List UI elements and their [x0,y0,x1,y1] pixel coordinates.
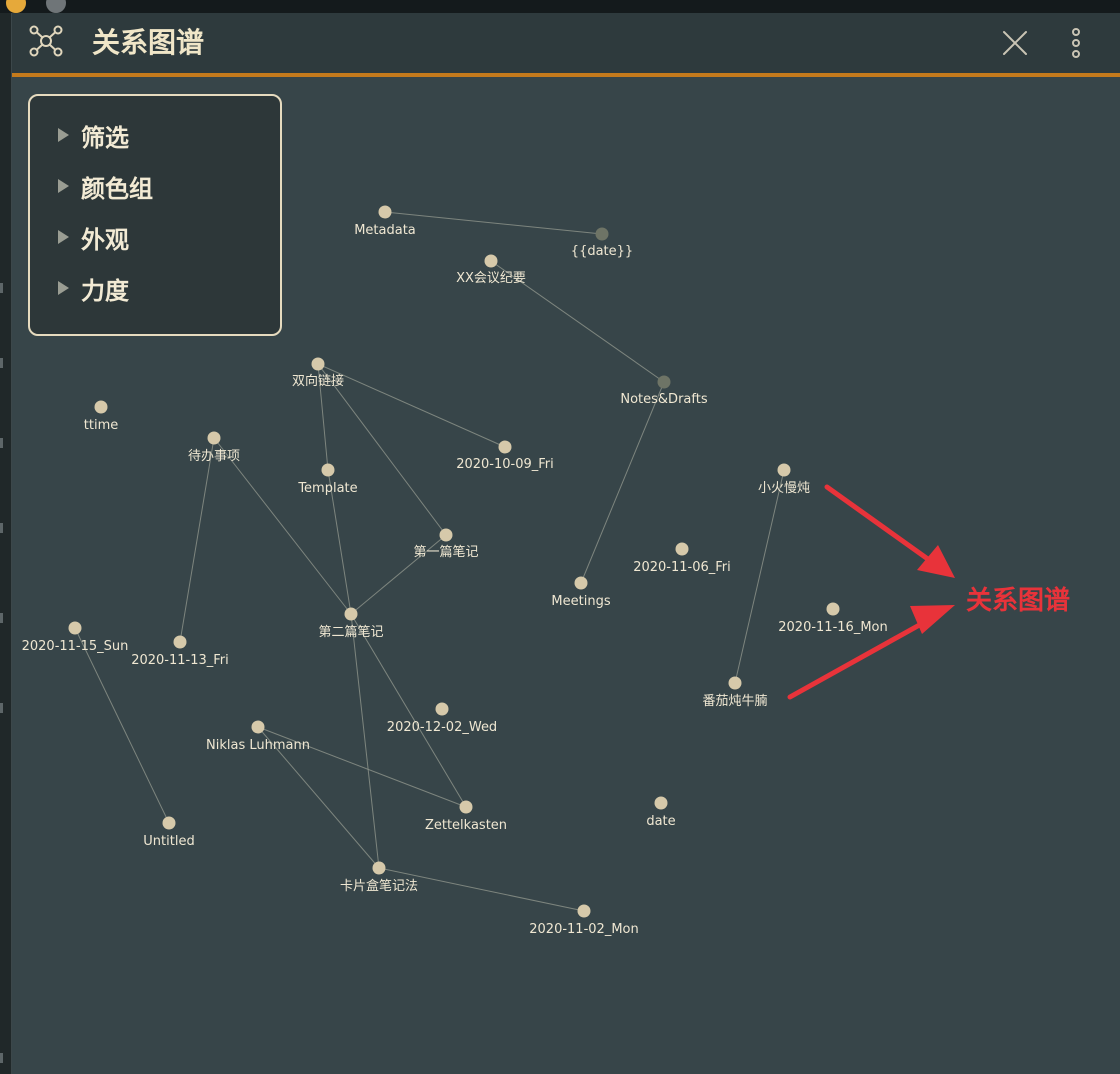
graph-node-label: 卡片盒笔记法 [340,878,418,894]
graph-node-label: Untitled [143,834,194,849]
expand-triangle-icon [58,230,69,244]
graph-node-dot[interactable] [657,375,671,389]
graph-node-dot[interactable] [207,431,221,445]
graph-node-dot[interactable] [372,861,386,875]
graph-node-label: 双向链接 [292,373,344,389]
graph-node-label: 2020-11-02_Mon [529,922,638,937]
graph-node-label: date [646,814,675,829]
graph-node-label: 2020-12-02_Wed [387,720,497,735]
graph-edge [734,469,785,684]
graph-node-dot[interactable] [574,576,588,590]
graph-edge [317,363,506,448]
graph-node-dot[interactable] [311,357,325,371]
graph-node-label: 2020-11-16_Mon [778,620,887,635]
graph-node-label: ttime [84,418,118,433]
annotation-label: 关系图谱 [966,586,1071,616]
color-groups-section-label: 颜色组 [81,174,153,203]
graph-node-label: 2020-11-06_Fri [633,560,731,575]
expand-triangle-icon [58,281,69,295]
graph-node-label: 2020-11-13_Fri [131,653,229,668]
graph-node-dot[interactable] [68,621,82,635]
graph-node-dot[interactable] [728,676,742,690]
graph-node[interactable]: 2020-11-16_Mon [778,602,888,636]
graph-node[interactable]: 2020-11-13_Fri [131,635,229,669]
graph-edge [384,211,603,235]
graph-controls-panel: 筛选 颜色组 外观 力度 [28,94,282,336]
graph-node-label: 第一篇笔记 [413,544,478,560]
graph-node[interactable]: XX会议纪要 [456,254,526,287]
graph-node[interactable]: 2020-11-02_Mon [529,904,639,938]
graph-node-dot[interactable] [498,440,512,454]
graph-node-dot[interactable] [777,463,791,477]
graph-node-dot[interactable] [439,528,453,542]
graph-node-dot[interactable] [251,720,265,734]
graph-node[interactable]: 2020-11-06_Fri [633,542,731,576]
graph-node-dot[interactable] [162,816,176,830]
graph-node[interactable]: 第一篇笔记 [413,528,479,561]
graph-node[interactable]: 第二篇笔记 [318,607,384,641]
graph-node-label: {{date}} [571,244,633,259]
filter-section-toggle[interactable]: 筛选 [58,118,129,152]
graph-node-label: Template [297,481,357,496]
graph-node-label: 2020-10-09_Fri [456,457,554,472]
graph-node-label: Notes&Drafts [620,392,707,407]
graph-node[interactable]: 番茄炖牛腩 [702,676,768,710]
graph-node-label: 待办事项 [188,449,240,464]
graph-node-dot[interactable] [484,254,498,268]
graph-node[interactable]: Zettelkasten [425,800,507,834]
graph-edge [350,613,380,869]
graph-node-dot[interactable] [435,702,449,716]
filter-section-label: 筛选 [81,123,129,152]
graph-node-dot[interactable] [654,796,668,810]
graph-node[interactable]: Notes&Drafts [620,375,708,408]
expand-triangle-icon [58,128,69,142]
graph-node-label: 第二篇笔记 [318,624,383,640]
graph-node[interactable]: 2020-10-09_Fri [456,440,554,473]
color-groups-section-toggle[interactable]: 颜色组 [58,169,153,203]
graph-node[interactable]: 卡片盒笔记法 [340,861,418,895]
graph-node[interactable]: Metadata [354,205,416,239]
graph-node-label: XX会议纪要 [456,271,526,286]
graph-edge [580,381,665,584]
graph-node[interactable]: date [646,796,676,830]
graph-node-dot[interactable] [826,602,840,616]
graph-node[interactable]: 2020-11-15_Sun [22,621,129,655]
graph-node[interactable]: ttime [84,400,118,434]
graph-edge [317,363,447,536]
graph-node-dot[interactable] [577,904,591,918]
graph-edge [179,437,215,643]
graph-node[interactable]: 2020-12-02_Wed [387,702,497,736]
graph-node-dot[interactable] [94,400,108,414]
graph-node-label: Zettelkasten [425,818,507,833]
graph-node-label: Meetings [551,594,610,609]
expand-triangle-icon [58,179,69,193]
graph-node[interactable]: Template [297,463,358,497]
graph-node[interactable]: 待办事项 [188,431,240,465]
graph-node[interactable]: Untitled [143,816,195,850]
graph-node[interactable]: Niklas Luhmann [206,720,310,754]
graph-edge [350,613,467,808]
graph-node-label: 2020-11-15_Sun [22,639,129,654]
graph-node-dot[interactable] [344,607,358,621]
graph-node-label: 番茄炖牛腩 [702,694,767,709]
graph-node-label: 小火慢炖 [758,480,810,496]
graph-node-dot[interactable] [378,205,392,219]
graph-node-label: Niklas Luhmann [206,738,310,753]
forces-section-toggle[interactable]: 力度 [58,271,129,305]
graph-node-dot[interactable] [595,227,609,241]
forces-section-label: 力度 [81,276,129,305]
graph-node-dot[interactable] [459,800,473,814]
graph-node-dot[interactable] [675,542,689,556]
graph-node-dot[interactable] [173,635,187,649]
graph-node[interactable]: 双向链接 [292,357,344,390]
graph-node[interactable]: Meetings [551,576,611,610]
graph-node-dot[interactable] [321,463,335,477]
graph-node-label: Metadata [354,223,416,238]
appearance-section-label: 外观 [81,225,129,254]
graph-node[interactable]: 小火慢炖 [758,463,810,497]
appearance-section-toggle[interactable]: 外观 [58,220,129,254]
